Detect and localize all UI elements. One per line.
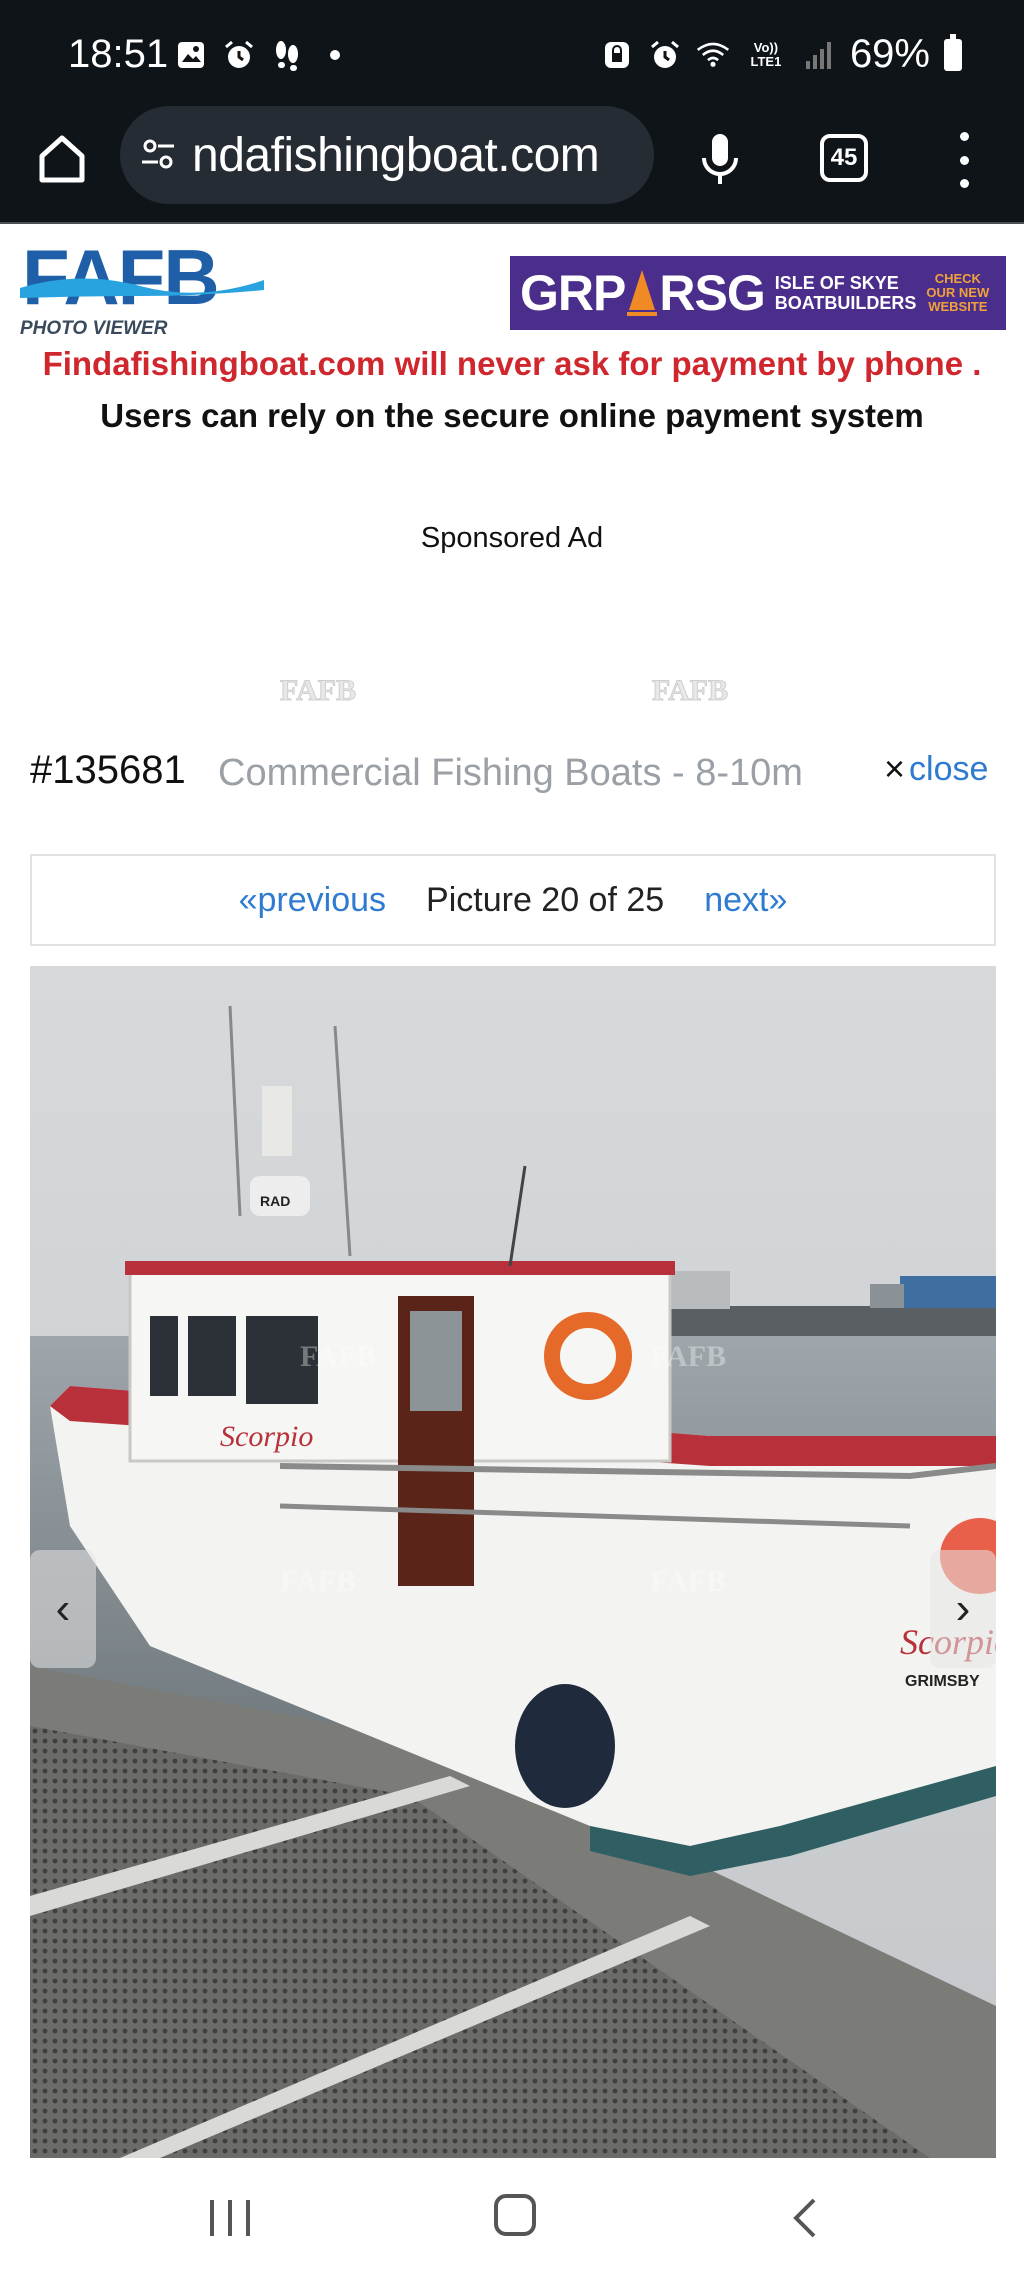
address-bar[interactable]: ndafishingboat.com — [120, 106, 654, 204]
dot-icon — [318, 38, 352, 72]
ad-skye-line1: ISLE OF SKYE — [774, 273, 899, 293]
close-label: close — [909, 749, 989, 788]
back-icon — [793, 2198, 816, 2238]
volte-icon: Vo)) LTE1 — [744, 38, 788, 72]
status-bar: 18:51 Vo)) LTE1 69% — [0, 0, 1024, 112]
steps-icon — [270, 38, 304, 72]
boat-photo: RAD Scorpio Scorpio GRIMSBY FAFB FAFB FA… — [30, 966, 996, 2158]
home-button[interactable] — [34, 128, 90, 188]
mic-icon — [702, 134, 738, 184]
status-time: 18:51 — [68, 32, 169, 76]
watermark-logo: FAFB — [651, 674, 729, 708]
home-nav-button[interactable] — [494, 2194, 536, 2236]
more-menu-button[interactable] — [952, 132, 976, 188]
battery-percent: 69% — [849, 32, 930, 76]
next-link[interactable]: next» — [704, 881, 787, 920]
payment-warning: Findafishingboat.com will never ask for … — [42, 345, 982, 382]
wifi-icon — [696, 38, 730, 72]
battery-icon — [944, 33, 962, 71]
menu-dot — [959, 155, 969, 165]
site-settings-icon[interactable] — [138, 134, 178, 174]
signal-icon — [802, 38, 836, 72]
close-icon: × — [884, 748, 906, 789]
browser-toolbar: ndafishingboat.com 45 — [0, 106, 1024, 224]
ad-check-line1: CHECK — [934, 271, 981, 286]
boat-name: Scorpio — [220, 1420, 313, 1453]
photo-watermark: FAFB — [650, 1340, 726, 1373]
alarm-icon — [222, 38, 256, 72]
menu-dot — [959, 132, 969, 141]
photo-watermark: FAFB — [280, 1565, 356, 1598]
photo-pager: «previous Picture 20 of 25 next» — [30, 854, 996, 946]
recents-icon-bar — [246, 2200, 250, 2236]
logo-subtitle: PHOTO VIEWER — [20, 318, 168, 339]
menu-dot — [959, 179, 969, 188]
ad-rsg-text: RSG — [659, 265, 765, 321]
photo-prev-arrow[interactable]: ‹ — [30, 1550, 96, 1668]
ad-check-line3: WEBSITE — [928, 299, 988, 314]
photo-watermark: FAFB — [300, 1340, 376, 1373]
ad-skye-line2: BOATBUILDERS — [774, 293, 917, 313]
lock-icon — [600, 38, 634, 72]
status-left-icons — [174, 38, 352, 72]
ad-banner[interactable]: GRP RSG ISLE OF SKYE BOATBUILDERS CHECK … — [510, 256, 1006, 330]
fafb-logo-icon: FAFB — [20, 233, 264, 321]
system-nav-bar — [0, 2160, 1024, 2276]
tab-switcher-button[interactable]: 45 — [820, 134, 868, 182]
recents-icon-bar — [228, 2200, 232, 2236]
recents-icon-bar — [210, 2200, 214, 2236]
close-button[interactable]: × close — [884, 748, 988, 790]
watermark-logo: FAFB — [279, 674, 357, 708]
secure-payment-notice: Users can rely on the secure online paym… — [100, 397, 924, 434]
boat-port: GRIMSBY — [905, 1673, 980, 1690]
logo-text: FAFB — [22, 240, 218, 320]
photo-watermark: FAFB — [650, 1565, 726, 1598]
boat-photo-image: RAD Scorpio Scorpio GRIMSBY FAFB FAFB FA… — [30, 966, 996, 2158]
image-icon — [174, 38, 208, 72]
url-text[interactable]: ndafishingboat.com — [192, 128, 642, 183]
listing-category-link[interactable]: Commercial Fishing Boats - 8-10m — [218, 752, 803, 795]
status-right-icons: Vo)) LTE1 69% — [600, 32, 962, 77]
radome-label: RAD — [260, 1193, 290, 1209]
picture-count: Picture 20 of 25 — [426, 880, 665, 919]
photo-next-arrow[interactable]: › — [930, 1550, 996, 1668]
volte-label: Vo)) LTE1 — [750, 39, 782, 69]
alarm-icon — [648, 38, 682, 72]
ad-check-line2: OUR NEW — [926, 285, 990, 300]
voice-search-button[interactable] — [696, 128, 744, 192]
ad-check-text: CHECK OUR NEW WEBSITE — [926, 272, 989, 314]
ad-grp-text: GRP — [520, 265, 626, 321]
sponsored-ad-label: Sponsored Ad — [420, 522, 604, 554]
listing-id: #135681 — [30, 748, 186, 792]
sail-icon — [627, 270, 658, 316]
ad-skye-text: ISLE OF SKYE BOATBUILDERS — [775, 273, 917, 313]
home-icon — [39, 135, 85, 183]
back-button[interactable] — [790, 2196, 820, 2240]
recents-button[interactable] — [210, 2200, 250, 2236]
previous-link[interactable]: «previous — [239, 881, 386, 920]
